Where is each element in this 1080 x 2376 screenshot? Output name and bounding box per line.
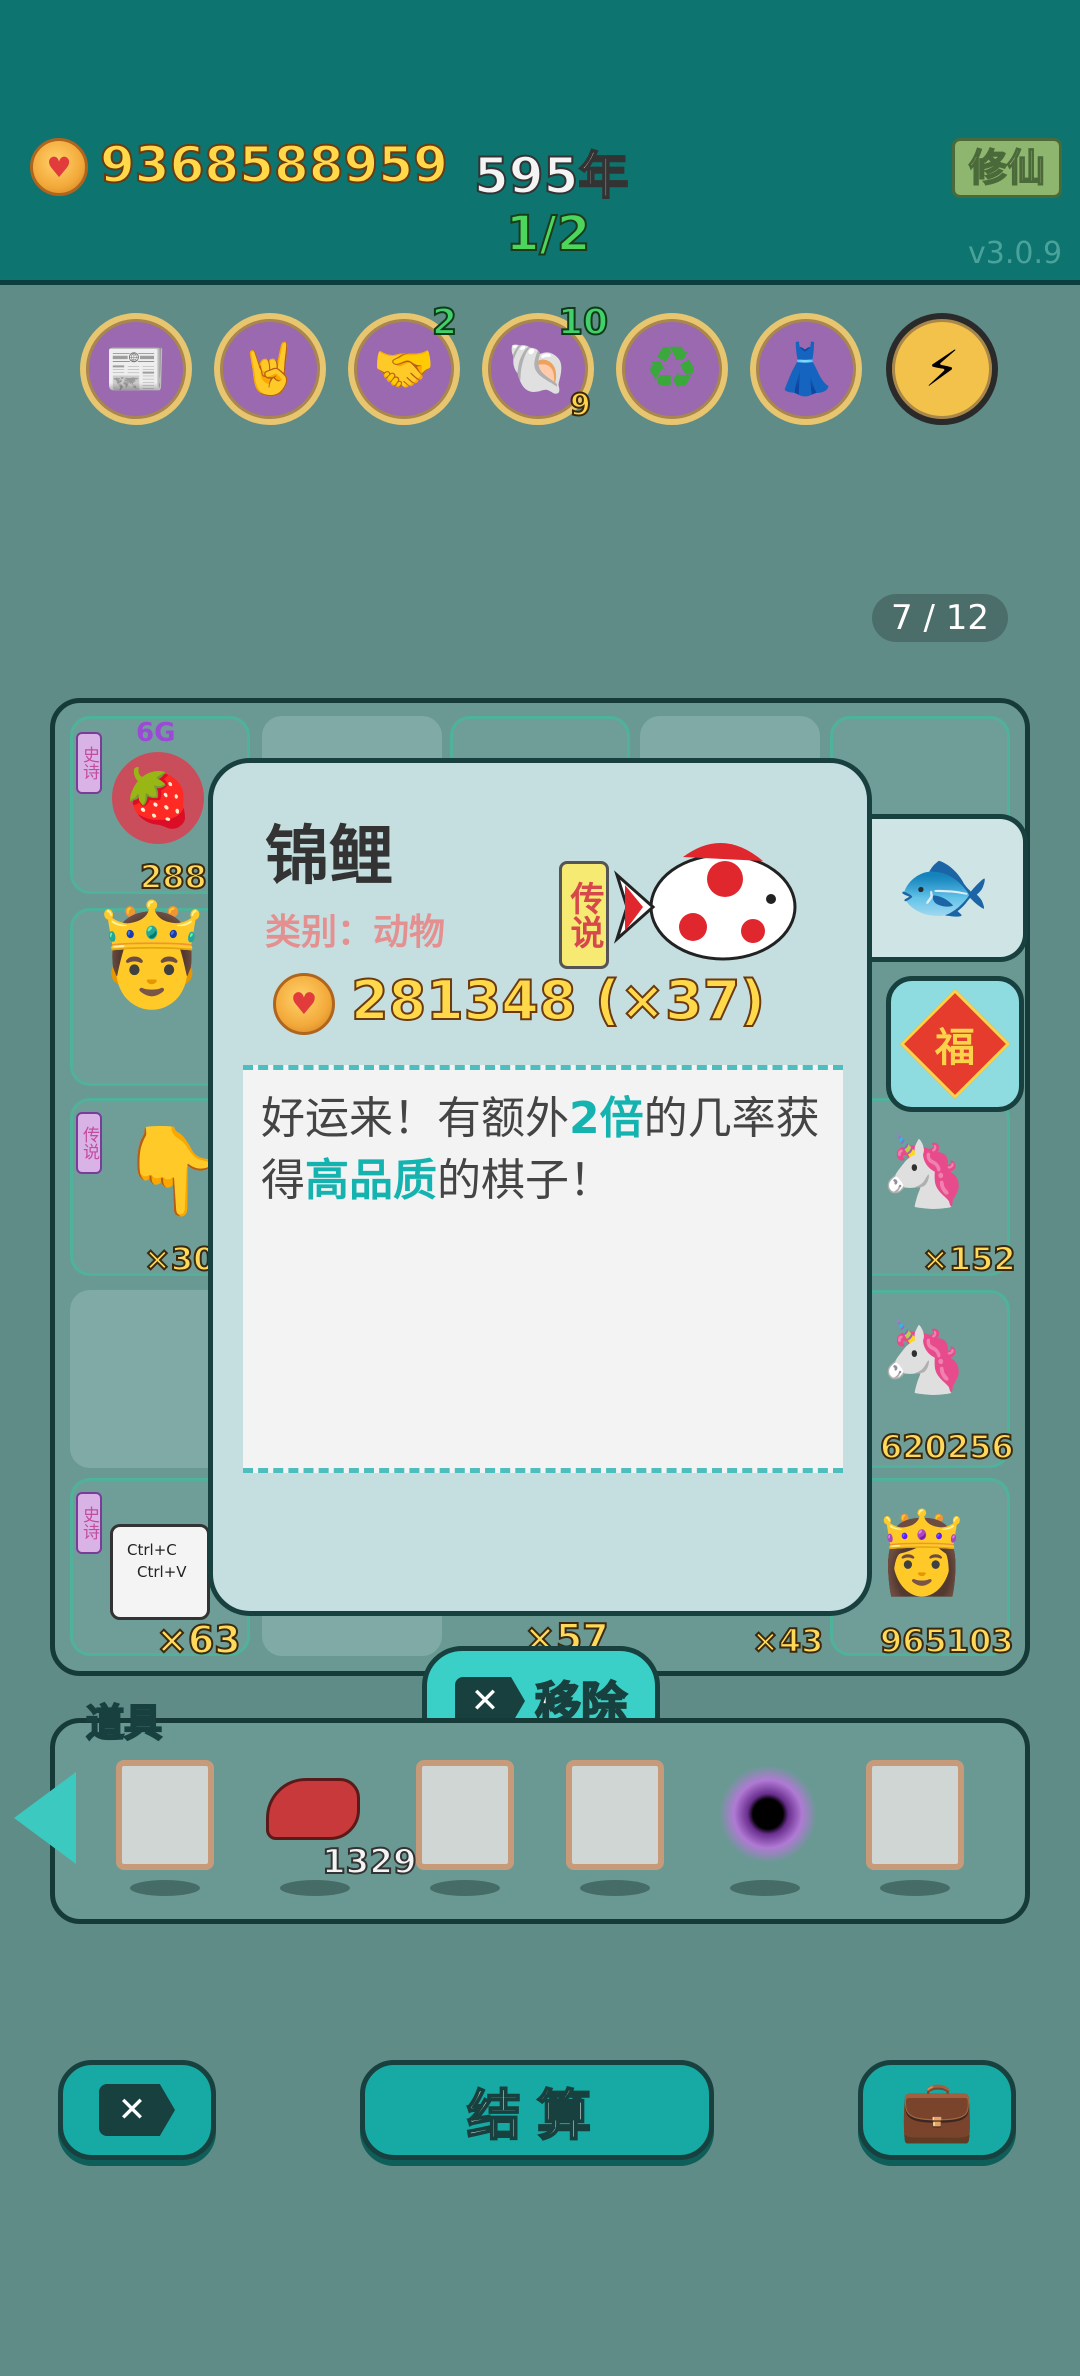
lightning-icon: ⚡ — [924, 340, 960, 398]
coin-icon: ♥ — [30, 138, 88, 196]
ctrl-v-label: Ctrl+V — [137, 1563, 187, 1581]
page-indicator: 7 / 12 — [872, 594, 1008, 642]
slot-shadow — [580, 1880, 650, 1896]
briefcase-icon: 💼 — [899, 2075, 975, 2146]
king-face-piece: 🤴 — [89, 896, 215, 1013]
black-hole-item-icon[interactable] — [720, 1766, 816, 1862]
cultivate-button[interactable]: 修仙 — [952, 138, 1062, 198]
ctrl-card-piece: Ctrl+C Ctrl+V — [110, 1524, 210, 1620]
item-slot[interactable] — [416, 1760, 514, 1870]
skirt-button[interactable]: 👗 — [750, 313, 862, 425]
liver-item-count: 1329 — [321, 1841, 418, 1883]
piece-thumbnail-tab[interactable]: 🐟 — [862, 814, 1028, 962]
skirt-icon: 👗 — [774, 339, 838, 398]
piece-description: 好运来！有额外2倍的几率获得高品质的棋子！ — [261, 1093, 820, 1206]
top-bar: ♥ 9368588959 595年 1/2 修仙 v3.0.9 — [0, 0, 1080, 285]
slot-shadow — [430, 1880, 500, 1896]
piece-count: ×63 — [155, 1617, 242, 1663]
handshake-icon: 🤝 — [372, 339, 436, 398]
piece-count: 288 — [139, 857, 208, 897]
item-slot[interactable] — [566, 1760, 664, 1870]
rock-hand-button[interactable]: 🤘 — [214, 313, 326, 425]
koi-fish-icon — [613, 827, 813, 987]
handshake-badge: 2 — [431, 301, 458, 344]
legend-tag: 传说 — [76, 1112, 102, 1174]
rock-hand-icon: 🤘 — [238, 339, 302, 398]
recycle-button[interactable]: ♻ — [616, 313, 728, 425]
shell-badge: 10 — [557, 301, 609, 344]
piece-category: 类别：动物 — [265, 912, 446, 953]
discard-button[interactable]: ✕ — [58, 2060, 216, 2160]
year-display: 595年 — [473, 146, 629, 206]
recycle-icon: ♻ — [645, 334, 699, 404]
slot-shadow — [880, 1880, 950, 1896]
piece-count: ×43 — [751, 1621, 824, 1661]
epic-tag: 史诗 — [76, 732, 102, 794]
time-magazine-button[interactable]: 📰 — [80, 313, 192, 425]
sixg-badge: 6G — [136, 718, 176, 748]
scroll-left-arrow-icon[interactable] — [14, 1772, 76, 1864]
fortune-tab[interactable]: 福 — [886, 976, 1024, 1112]
unicorn-piece: 🦄 — [880, 1130, 968, 1212]
items-label: 道具 — [85, 1700, 163, 1746]
settle-label: 结算 — [466, 2083, 607, 2148]
close-icon: ✕ — [99, 2084, 175, 2136]
unicorn-piece: 🦄 — [880, 1316, 968, 1398]
slot-shadow — [130, 1880, 200, 1896]
shell-icon: 🐚 — [506, 339, 570, 398]
version-label: v3.0.9 — [968, 236, 1063, 271]
piece-count: ×30 — [143, 1239, 216, 1279]
piece-count: 965103 — [879, 1621, 1015, 1661]
piece-count: ×152 — [921, 1239, 1017, 1279]
shell-badge-secondary: 9 — [569, 387, 592, 424]
piece-count: 620256 — [879, 1427, 1015, 1467]
fu-icon: 福 — [899, 988, 1011, 1100]
piece-price: 281348 (×37) — [350, 968, 766, 1033]
coin-icon: ♥ — [273, 973, 335, 1035]
strawberry-piece: 🍓 — [112, 752, 204, 844]
item-slot[interactable] — [116, 1760, 214, 1870]
piece-name: 锦鲤 — [265, 820, 393, 894]
time-magazine-icon: 📰 — [104, 339, 168, 398]
slot-shadow — [730, 1880, 800, 1896]
princess-piece: 👸 — [872, 1506, 972, 1599]
backpack-button[interactable]: 💼 — [858, 2060, 1016, 2160]
liver-item-icon[interactable] — [266, 1778, 360, 1840]
settle-button[interactable]: 结算 — [360, 2060, 714, 2160]
stage-progress: 1/2 — [505, 205, 591, 263]
ctrl-c-label: Ctrl+C — [127, 1541, 177, 1559]
epic-tag: 史诗 — [76, 1492, 102, 1554]
lightning-button[interactable]: ⚡ — [886, 313, 998, 425]
slot-shadow — [280, 1880, 350, 1896]
coin-count: 9368588959 — [99, 135, 449, 195]
piece-detail-dialog: 锦鲤 类别：动物 传说 ♥ 281348 (×37) 好运来！有额外2倍的几率获… — [208, 758, 872, 1616]
rarity-tag: 传说 — [559, 861, 609, 969]
item-slot[interactable] — [866, 1760, 964, 1870]
koi-icon: 🐟 — [896, 841, 991, 930]
description-box: 好运来！有额外2倍的几率获得高品质的棋子！ — [243, 1065, 843, 1473]
